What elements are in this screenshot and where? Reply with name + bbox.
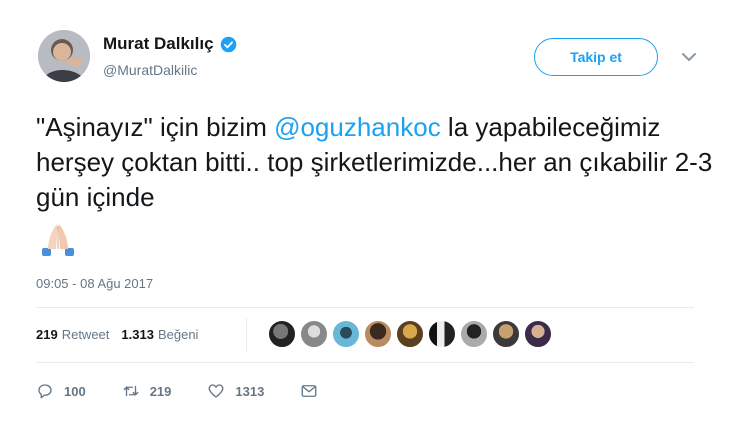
divider — [36, 362, 694, 363]
tweet-timestamp[interactable]: 09:05 - 08 Ağu 2017 — [36, 276, 153, 291]
tweet-text-part1: "Aşinayız" için bizim — [36, 112, 275, 142]
liker-avatar[interactable] — [460, 320, 488, 348]
like-count: 1313 — [235, 383, 265, 399]
envelope-icon — [301, 385, 317, 397]
liker-avatar[interactable] — [524, 320, 552, 348]
liker-avatar[interactable] — [428, 320, 456, 348]
tweet-text: "Aşinayız" için bizim @oguzhankoc la yap… — [36, 110, 716, 215]
reply-count: 100 — [64, 383, 86, 399]
tweet-card: Murat Dalkılıç @MuratDalkilic Takip et "… — [0, 0, 730, 425]
divider — [36, 307, 694, 308]
retweet-icon — [123, 385, 139, 397]
chevron-down-icon[interactable] — [680, 50, 698, 64]
like-label[interactable]: Beğeni — [158, 327, 198, 342]
liker-avatar[interactable] — [492, 320, 520, 348]
verified-badge-icon — [220, 36, 236, 52]
tweet-stats: 219 Retweet 1.313 Beğeni — [36, 327, 210, 342]
retweet-total[interactable]: 219 — [36, 327, 58, 342]
mention-link[interactable]: @oguzhankoc — [274, 112, 441, 142]
folded-hands-icon — [42, 224, 74, 256]
author-handle[interactable]: @MuratDalkilic — [103, 62, 197, 78]
avatar[interactable] — [38, 30, 90, 82]
liker-avatars — [268, 320, 556, 348]
liker-avatar[interactable] — [300, 320, 328, 348]
stats-separator — [246, 318, 247, 352]
liker-avatar[interactable] — [332, 320, 360, 348]
liker-avatar[interactable] — [268, 320, 296, 348]
tweet-actions: 100 219 1313 — [36, 382, 364, 400]
like-button[interactable]: 1313 — [207, 382, 264, 400]
author-name-row[interactable]: Murat Dalkılıç — [103, 34, 237, 54]
retweet-count: 219 — [149, 383, 172, 399]
retweet-button[interactable]: 219 — [122, 382, 172, 400]
retweet-label[interactable]: Retweet — [62, 327, 110, 342]
liker-avatar[interactable] — [364, 320, 392, 348]
like-total[interactable]: 1.313 — [121, 327, 154, 342]
heart-icon — [208, 384, 224, 398]
follow-button[interactable]: Takip et — [534, 38, 658, 76]
direct-message-button[interactable] — [300, 382, 328, 400]
author-display-name[interactable]: Murat Dalkılıç — [103, 34, 214, 54]
reply-icon — [38, 384, 52, 399]
liker-avatar[interactable] — [396, 320, 424, 348]
reply-button[interactable]: 100 — [36, 382, 86, 400]
